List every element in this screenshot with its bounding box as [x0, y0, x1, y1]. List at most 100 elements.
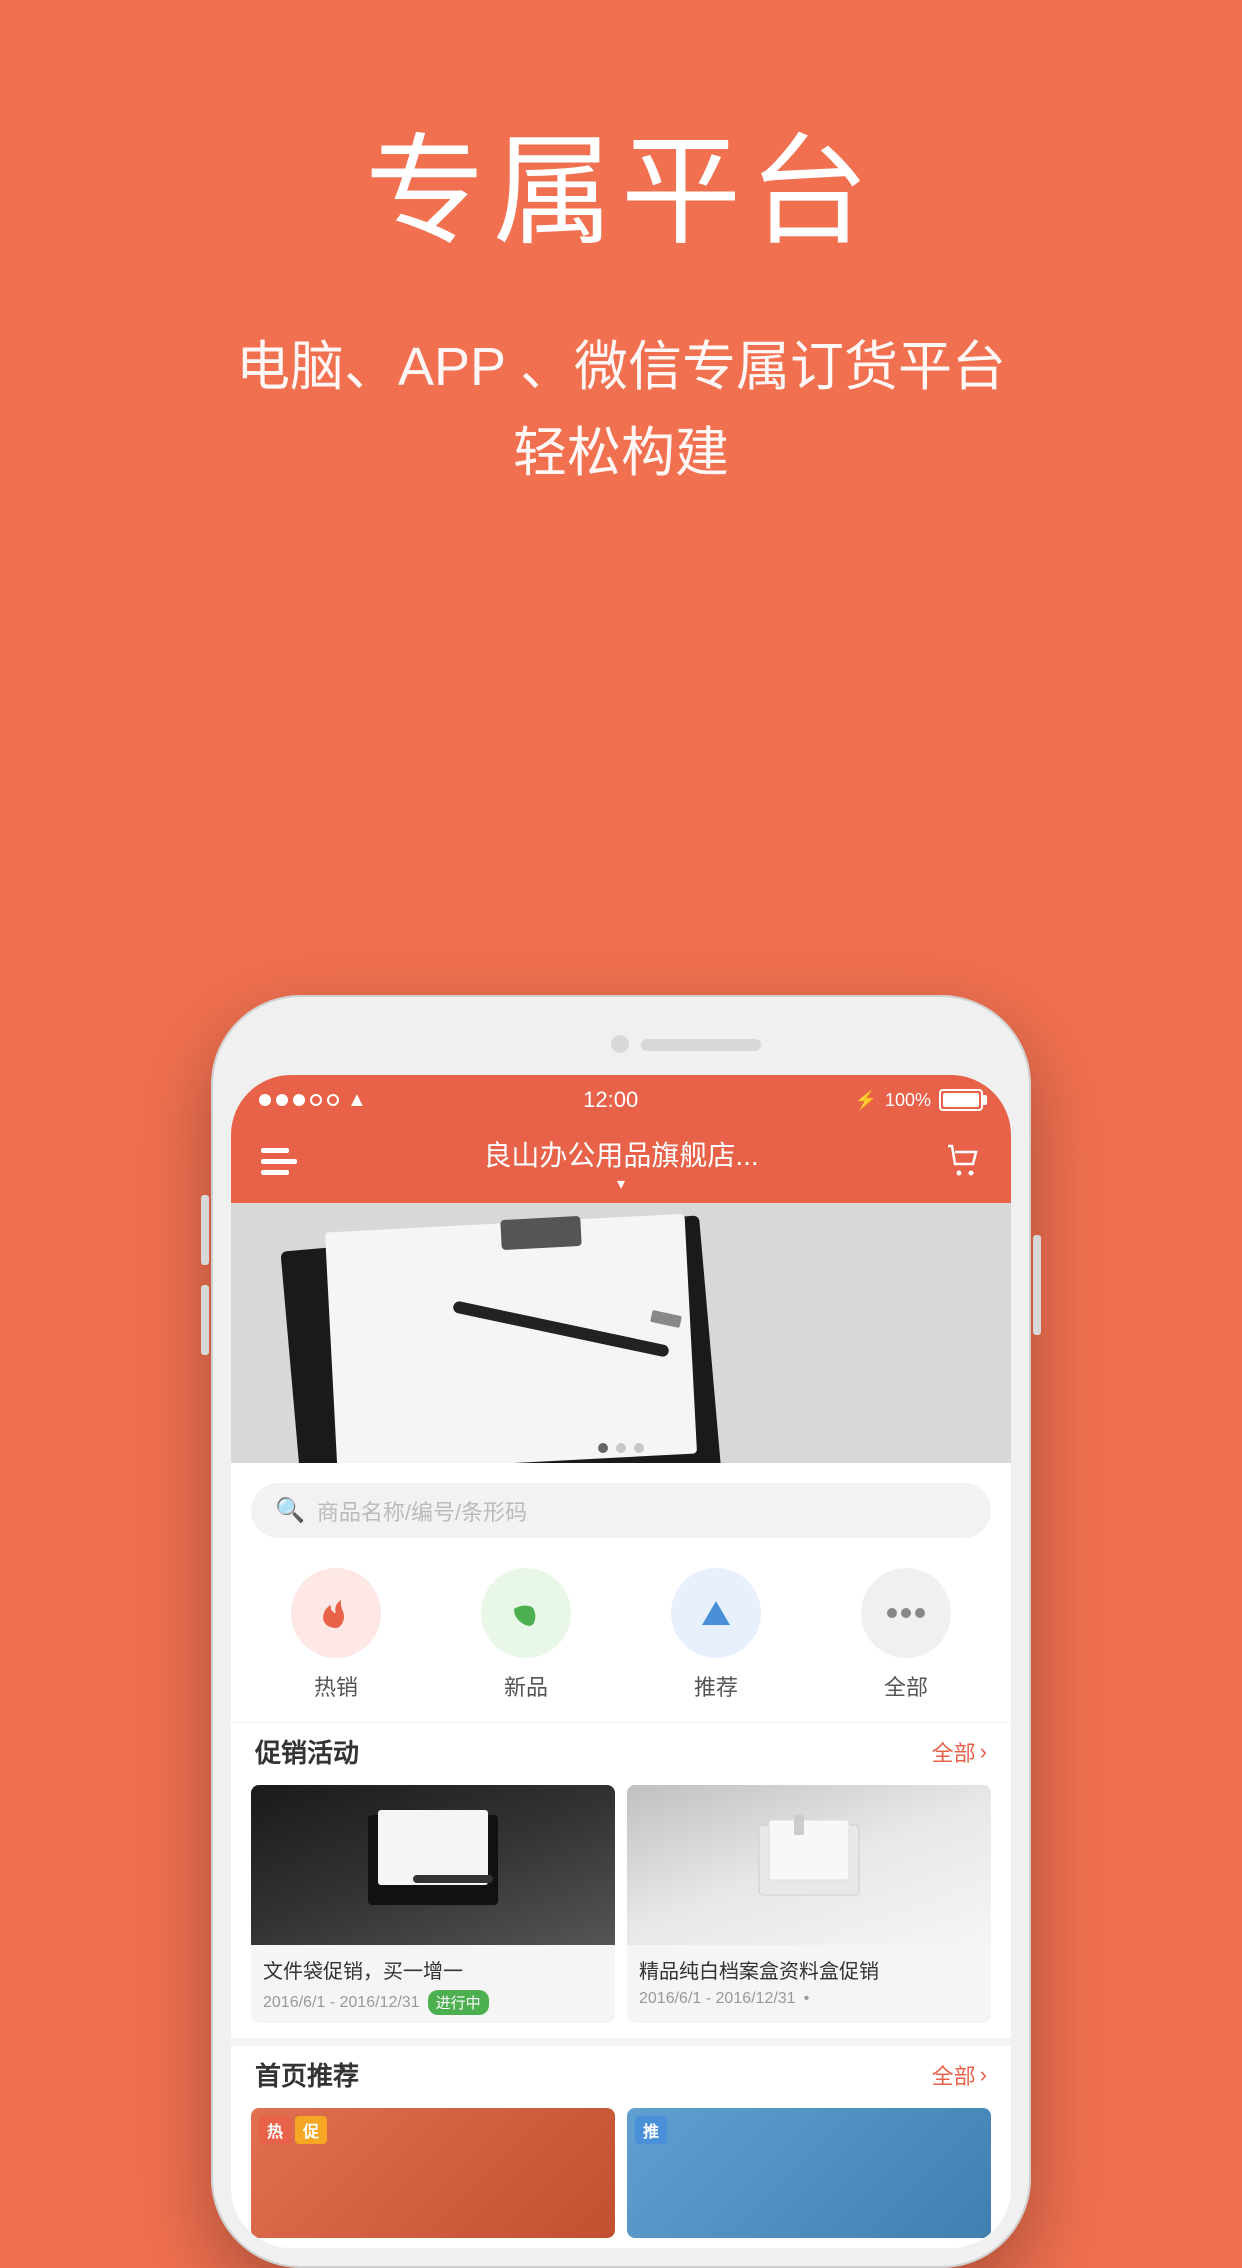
signal-dot-2: [276, 1094, 288, 1106]
promotions-title: 促销活动: [255, 1733, 359, 1770]
category-hot[interactable]: 热销: [291, 1568, 381, 1702]
banner-image: [231, 1203, 1011, 1463]
phone-notch: [231, 1015, 1011, 1075]
promo-image-2: [627, 1785, 991, 1945]
signal-dot-1: [259, 1094, 271, 1106]
main-title: 专属平台: [0, 120, 1242, 264]
banner-dot-2: [616, 1443, 626, 1453]
promo-status-2: •: [804, 1990, 810, 2008]
home-rec-title: 首页推荐: [255, 2056, 359, 2093]
tag-rec: 推: [635, 2116, 667, 2144]
power-button: [1033, 1235, 1041, 1335]
promo-visual-1: [363, 1805, 503, 1925]
store-name: 良山办公用品旗舰店...: [297, 1134, 945, 1174]
category-all[interactable]: 全部: [861, 1568, 951, 1702]
status-left: ▲: [259, 1089, 367, 1112]
battery-tip: [983, 1095, 987, 1105]
signal-dot-3: [293, 1094, 305, 1106]
promotions-chevron: ›: [980, 1739, 987, 1765]
leaf-icon: [506, 1593, 546, 1633]
new-circle: [481, 1568, 571, 1658]
store-name-container[interactable]: 良山办公用品旗舰店... ▾: [297, 1134, 945, 1194]
phone-mockup: ▲ 12:00 ⚡ 100%: [211, 995, 1031, 2268]
cart-icon[interactable]: [945, 1143, 981, 1185]
promo-name-2: 精品纯白档案盒资料盒促销: [639, 1955, 979, 1984]
app-navbar: 良山办公用品旗舰店... ▾: [231, 1125, 1011, 1203]
promo-card-1[interactable]: 文件袋促销，买一增一 2016/6/1 - 2016/12/31 进行中: [251, 1785, 615, 2023]
category-new[interactable]: 新品: [481, 1568, 571, 1702]
sub-title-line1: 电脑、APP 、微信专属订货平台: [236, 337, 1006, 397]
promo-info-2: 精品纯白档案盒资料盒促销 2016/6/1 - 2016/12/31 •: [627, 1945, 991, 2016]
promo-date-1: 2016/6/1 - 2016/12/31 进行中: [263, 1990, 603, 2015]
promo-visual-2: [739, 1805, 879, 1925]
rec-circle: [671, 1568, 761, 1658]
volume-up-button: [201, 1195, 209, 1265]
search-bar[interactable]: 🔍 商品名称/编号/条形码: [251, 1483, 991, 1538]
home-rec-all-label: 全部: [932, 2059, 976, 2091]
promo-grid: 文件袋促销，买一增一 2016/6/1 - 2016/12/31 进行中: [231, 1785, 1011, 2038]
home-rec-chevron: ›: [980, 2062, 987, 2088]
battery-bar: [939, 1089, 983, 1111]
search-icon: 🔍: [275, 1496, 305, 1525]
all-circle: [861, 1568, 951, 1658]
wifi-icon: ▲: [347, 1089, 367, 1112]
status-bar: ▲ 12:00 ⚡ 100%: [231, 1075, 1011, 1125]
product-image-2: [627, 2108, 991, 2238]
banner-pagination: [598, 1443, 644, 1453]
promo-date-2: 2016/6/1 - 2016/12/31 •: [639, 1990, 979, 2008]
rec-label: 推荐: [694, 1670, 738, 1702]
tag-promo: 促: [295, 2116, 327, 2144]
sub-title: 电脑、APP 、微信专属订货平台 轻松构建: [0, 324, 1242, 497]
home-rec-all-link[interactable]: 全部 ›: [932, 2059, 987, 2091]
promo-name-1: 文件袋促销，买一增一: [263, 1955, 603, 1984]
hot-circle: [291, 1568, 381, 1658]
promo-status-1: 进行中: [428, 1990, 489, 2015]
product-badges-2: 推: [635, 2116, 667, 2144]
promotions-header: 促销活动 全部 ›: [231, 1723, 1011, 1785]
product-card-1[interactable]: 热 促: [251, 2108, 615, 2238]
camera-dot: [611, 1035, 629, 1053]
signal-dot-5: [327, 1094, 339, 1106]
banner-dot-3: [634, 1443, 644, 1453]
sub-title-line2: 轻松构建: [513, 423, 729, 483]
promotions-all-label: 全部: [932, 1736, 976, 1768]
battery-fill: [943, 1093, 979, 1107]
product-card-2[interactable]: 推: [627, 2108, 991, 2238]
promo-image-1: [251, 1785, 615, 1945]
new-label: 新品: [504, 1670, 548, 1702]
lightning-icon: ⚡: [855, 1090, 877, 1111]
triangle-icon: [696, 1593, 736, 1633]
phone-outer: ▲ 12:00 ⚡ 100%: [211, 995, 1031, 2268]
promo-date-text-2: 2016/6/1 - 2016/12/31: [639, 1990, 796, 2008]
status-time: 12:00: [583, 1087, 638, 1113]
hot-label: 热销: [314, 1670, 358, 1702]
promo-card-2[interactable]: 精品纯白档案盒资料盒促销 2016/6/1 - 2016/12/31 •: [627, 1785, 991, 2023]
dropdown-arrow: ▾: [297, 1174, 945, 1194]
all-label: 全部: [884, 1670, 928, 1702]
home-rec-section: 首页推荐 全部 › 热 促: [231, 2038, 1011, 2248]
speaker-grille: [641, 1039, 761, 1051]
fire-icon: [316, 1593, 356, 1633]
status-right: ⚡ 100%: [855, 1089, 983, 1111]
promo-date-text-1: 2016/6/1 - 2016/12/31: [263, 1994, 420, 2012]
promo-info-1: 文件袋促销，买一增一 2016/6/1 - 2016/12/31 进行中: [251, 1945, 615, 2023]
promotions-all-link[interactable]: 全部 ›: [932, 1736, 987, 1768]
battery-percent: 100%: [885, 1090, 931, 1111]
product-row: 热 促 推: [231, 2108, 1011, 2248]
tag-hot: 热: [259, 2116, 291, 2144]
signal-indicator: [259, 1094, 339, 1106]
phone-screen: ▲ 12:00 ⚡ 100%: [231, 1075, 1011, 2248]
search-placeholder: 商品名称/编号/条形码: [317, 1495, 527, 1527]
menu-icon[interactable]: [261, 1146, 297, 1182]
banner-area[interactable]: [231, 1203, 1011, 1463]
home-rec-header: 首页推荐 全部 ›: [231, 2046, 1011, 2108]
dots-icon: [886, 1606, 926, 1620]
signal-dot-4: [310, 1094, 322, 1106]
header-section: 专属平台 电脑、APP 、微信专属订货平台 轻松构建: [0, 0, 1242, 557]
promotions-section: 促销活动 全部 ›: [231, 1722, 1011, 2038]
category-rec[interactable]: 推荐: [671, 1568, 761, 1702]
banner-dot-1: [598, 1443, 608, 1453]
category-row: 热销 新品: [231, 1548, 1011, 1722]
volume-down-button: [201, 1285, 209, 1355]
product-badges-1: 热 促: [259, 2116, 327, 2144]
